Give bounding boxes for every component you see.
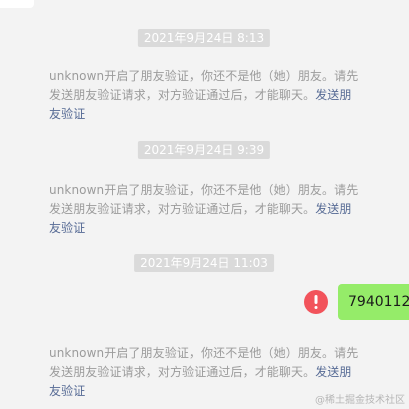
outgoing-message-bubble[interactable]: 79401120	[338, 284, 409, 320]
watermark: @稀土掘金技术社区	[315, 395, 405, 406]
system-notice-text: unknown开启了朋友验证，你还不是他（她）朋友。请先发送朋友验证请求，对方验…	[49, 69, 359, 102]
system-notice: unknown开启了朋友验证，你还不是他（她）朋友。请先发送朋友验证请求，对方验…	[49, 67, 361, 124]
top-left-panel-edge	[0, 0, 34, 8]
system-notice-text: unknown开启了朋友验证，你还不是他（她）朋友。请先发送朋友验证请求，对方验…	[49, 183, 359, 216]
message-timestamp: 2021年9月24日 8:13	[137, 29, 271, 47]
system-notice: unknown开启了朋友验证，你还不是他（她）朋友。请先发送朋友验证请求，对方验…	[49, 181, 361, 238]
outgoing-message-row: 79401120	[0, 284, 409, 320]
error-icon[interactable]	[304, 290, 328, 314]
message-timestamp: 2021年9月24日 9:39	[137, 141, 271, 159]
message-timestamp: 2021年9月24日 11:03	[134, 254, 274, 272]
system-notice-text: unknown开启了朋友验证，你还不是他（她）朋友。请先发送朋友验证请求，对方验…	[49, 346, 359, 379]
